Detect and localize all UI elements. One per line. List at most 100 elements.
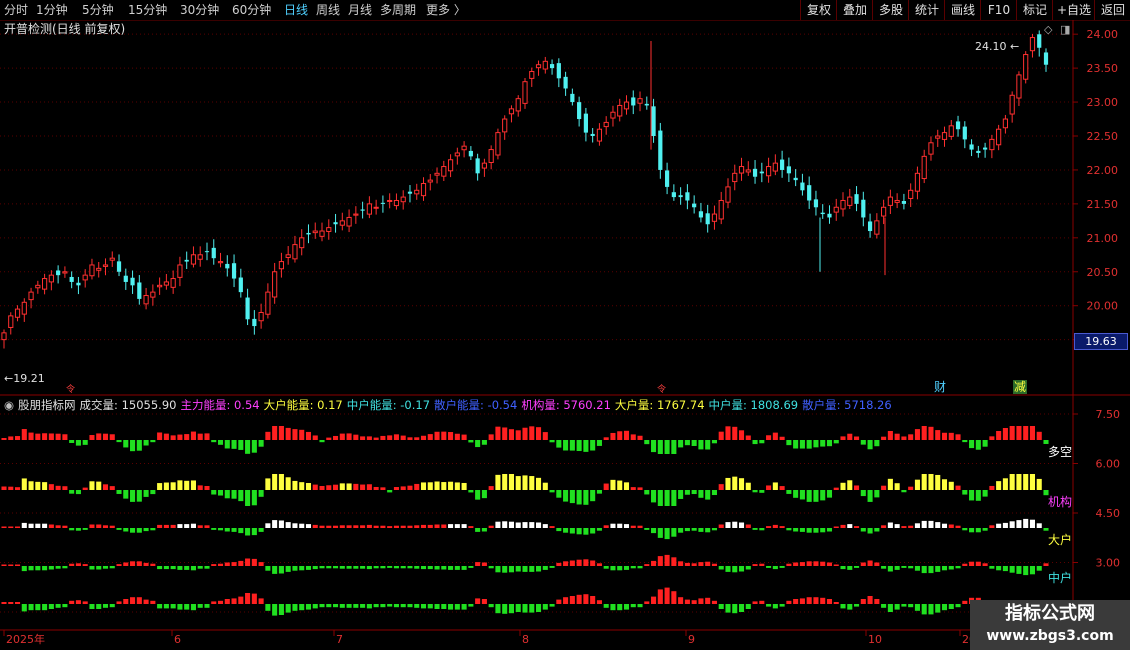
- bar-dahu: [678, 528, 684, 533]
- candle-body: [522, 81, 528, 104]
- bar-sanhu: [245, 593, 251, 604]
- bar-sanhu: [935, 604, 941, 613]
- bar-sanhu: [556, 599, 562, 604]
- bar-zhonghu: [644, 564, 650, 566]
- watermark-url: www.zbgs3.com: [986, 628, 1114, 644]
- bar-zhonghu: [326, 566, 332, 569]
- bar-duokong: [495, 426, 501, 440]
- bar-sanhu: [333, 604, 339, 608]
- bar-duokong: [89, 435, 95, 440]
- bar-zhonghu: [935, 566, 941, 572]
- bar-jigou: [130, 490, 136, 502]
- bar-duokong: [1009, 426, 1015, 440]
- indicator-toggle-icon[interactable]: ◉: [4, 398, 14, 412]
- bar-jigou: [772, 482, 778, 490]
- bar-sanhu: [116, 601, 122, 604]
- candle-body: [752, 168, 758, 177]
- bar-jigou: [224, 490, 230, 499]
- bar-sanhu: [319, 604, 325, 608]
- bar-zhonghu: [204, 566, 210, 569]
- bar-zhonghu: [556, 562, 562, 566]
- bar-duokong: [718, 431, 724, 440]
- bar-dahu: [914, 523, 920, 528]
- bar-sanhu: [705, 597, 711, 604]
- bar-dahu: [211, 528, 217, 530]
- candle-body: [780, 159, 785, 170]
- bar-dahu: [1043, 528, 1049, 531]
- bar-zhonghu: [102, 566, 109, 569]
- bar-jigou: [468, 490, 474, 493]
- bar-duokong: [224, 440, 230, 449]
- bar-zhonghu: [136, 561, 142, 566]
- candle-body: [150, 291, 156, 298]
- price-label: 21.50: [1087, 198, 1119, 211]
- bar-sanhu: [8, 602, 14, 604]
- bar-dahu: [576, 528, 582, 535]
- bar-jigou: [448, 481, 454, 490]
- bar-sanhu: [62, 604, 68, 608]
- bar-zhonghu: [150, 563, 156, 566]
- bar-jigou: [488, 486, 494, 490]
- bar-jigou: [617, 480, 623, 490]
- candle-body: [827, 213, 832, 218]
- bar-sanhu: [123, 599, 129, 604]
- bar-sanhu: [921, 604, 927, 615]
- candlestick-chart[interactable]: 24.00 23.50 23.00 22.50 22.00 21.50 21.00 20.50…: [0, 0, 1130, 650]
- bar-duokong: [170, 435, 176, 440]
- bar-sanhu: [21, 604, 27, 612]
- bar-dahu: [157, 524, 163, 528]
- bar-jigou: [278, 474, 284, 490]
- candle-body: [82, 274, 88, 281]
- candle-body: [299, 237, 305, 249]
- bar-dahu: [820, 528, 826, 533]
- bar-jigou: [752, 490, 758, 493]
- bar-jigou: [305, 483, 312, 490]
- bar-sanhu: [393, 604, 399, 608]
- bar-sanhu: [623, 604, 630, 610]
- candle-body: [137, 282, 142, 299]
- bar-dahu: [941, 523, 948, 528]
- bar-duokong: [955, 434, 961, 440]
- bar-jigou: [657, 490, 663, 506]
- bar-zhonghu: [448, 566, 454, 570]
- bar-duokong: [434, 431, 440, 440]
- candle-body: [163, 281, 169, 286]
- bar-dahu: [502, 521, 508, 528]
- bar-sanhu: [89, 604, 95, 609]
- indicator-value-7: 中户量: 1808.69: [708, 398, 799, 412]
- candle-body: [495, 132, 501, 156]
- bar-jigou: [265, 478, 271, 490]
- bar-duokong: [563, 440, 569, 451]
- bar-dahu: [123, 528, 129, 532]
- bar-jigou: [596, 490, 602, 494]
- bar-sanhu: [752, 601, 758, 604]
- dividend-marker: 令: [657, 383, 666, 395]
- bar-dahu: [387, 526, 393, 528]
- bar-sanhu: [427, 604, 433, 609]
- bar-jigou: [955, 485, 961, 490]
- indicator-row-label: 多空: [1048, 445, 1072, 459]
- bar-sanhu: [285, 604, 291, 613]
- candle-body: [651, 106, 656, 136]
- candle-body: [996, 128, 1002, 146]
- bar-duokong: [366, 436, 372, 440]
- candle-body: [102, 264, 109, 267]
- candle-body: [157, 284, 163, 288]
- bar-duokong: [299, 429, 305, 440]
- indicator-name: 股朋指标网: [18, 398, 76, 412]
- bar-sanhu: [914, 604, 920, 611]
- candle-body: [664, 170, 670, 187]
- bar-zhonghu: [82, 564, 88, 566]
- bar-zhonghu: [62, 566, 68, 569]
- bar-jigou: [549, 490, 555, 493]
- bar-zhonghu: [799, 562, 805, 566]
- indicator-axis-label: 3.00: [1096, 557, 1121, 570]
- bar-dahu: [42, 523, 48, 528]
- bar-duokong: [508, 429, 515, 440]
- candle-body: [881, 206, 887, 217]
- bar-duokong: [461, 434, 467, 440]
- bar-duokong: [678, 440, 684, 448]
- bar-duokong: [69, 440, 75, 443]
- bar-dahu: [170, 524, 176, 528]
- bar-zhonghu: [603, 566, 609, 569]
